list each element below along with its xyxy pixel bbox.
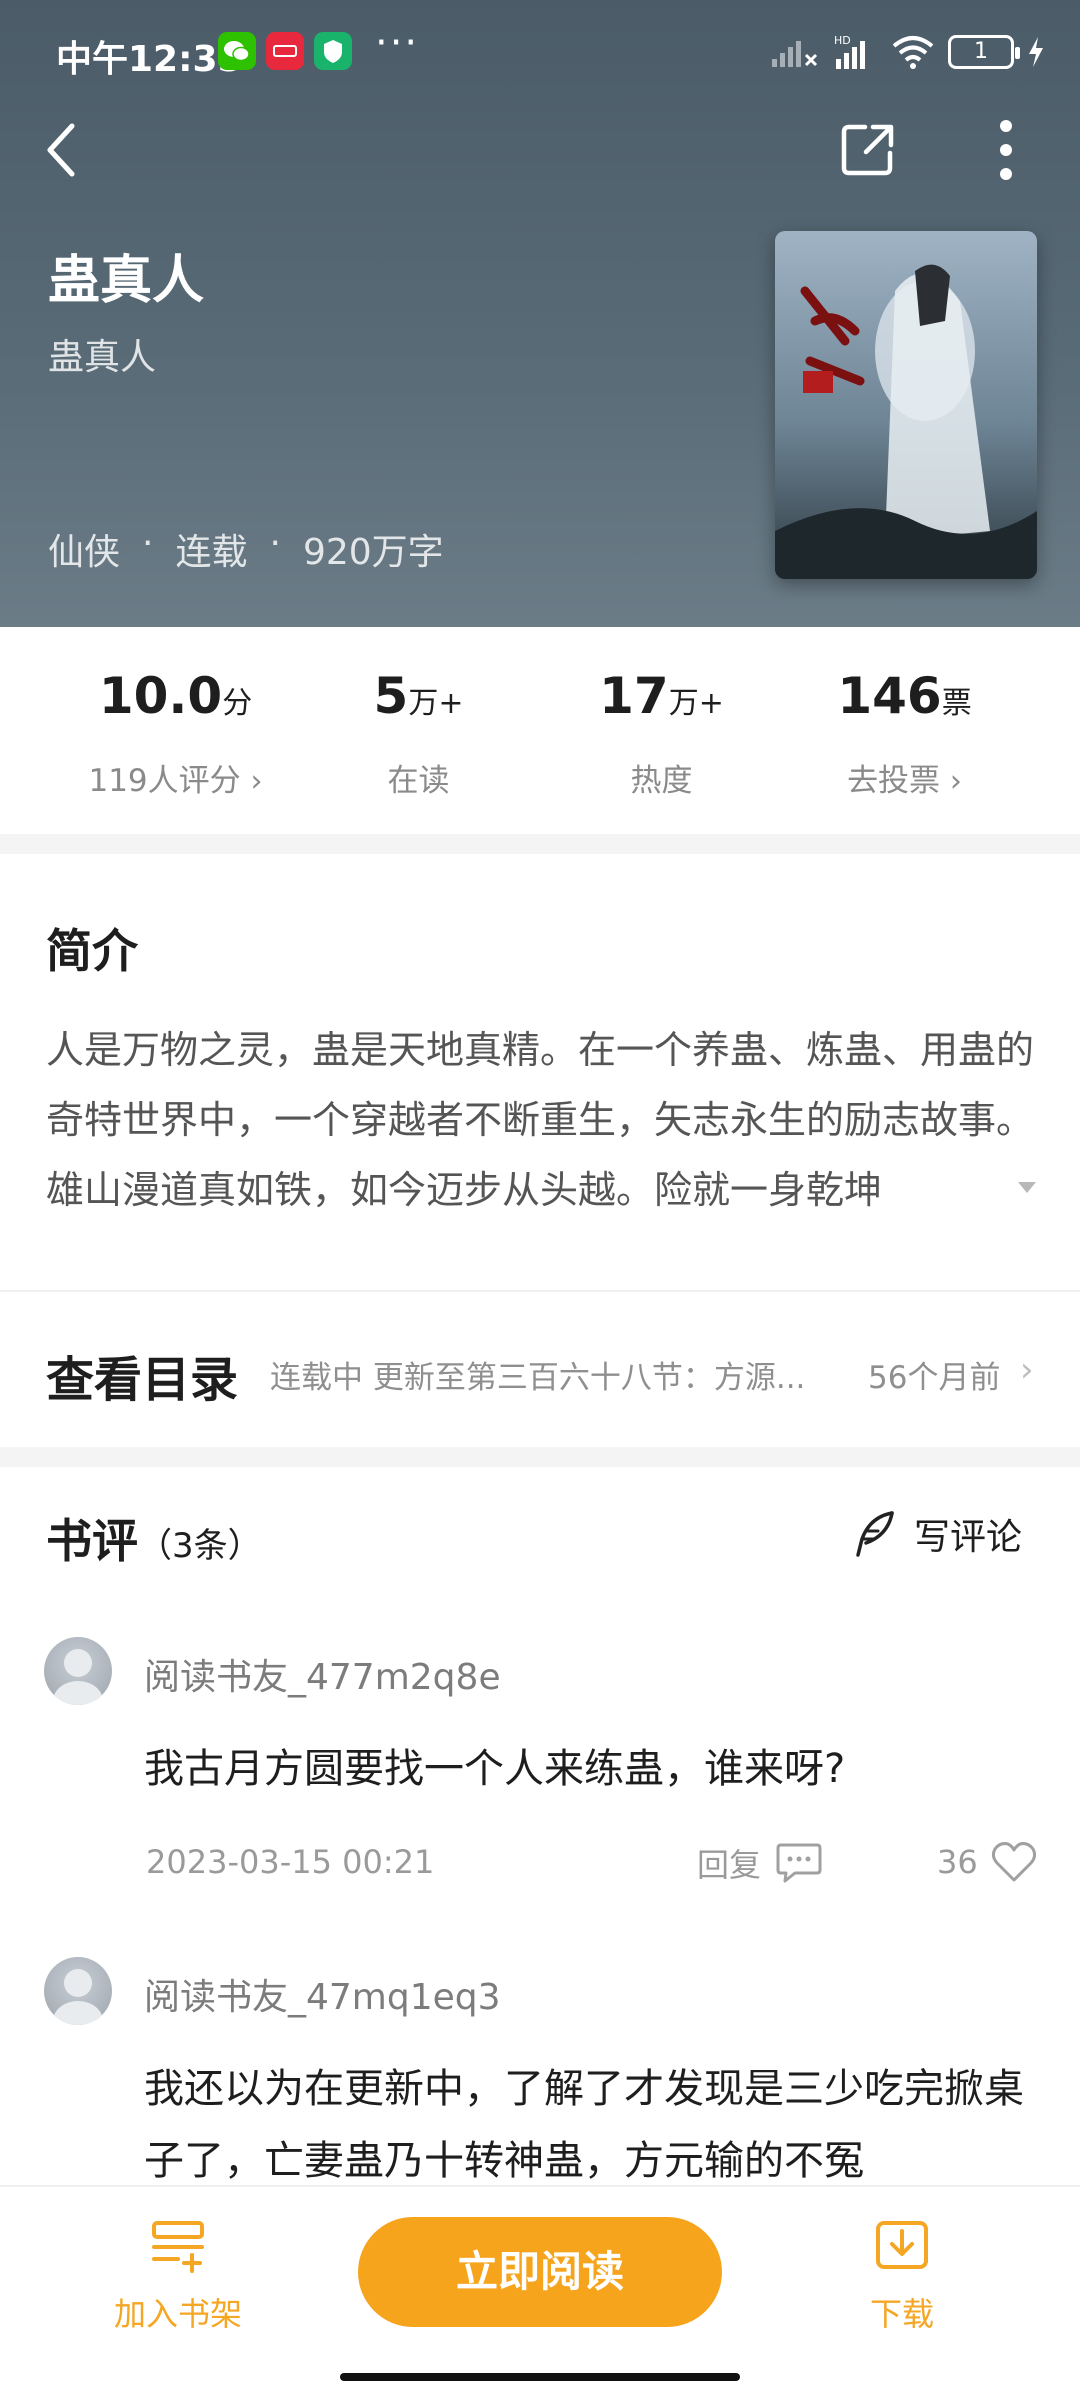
catalog-title: 查看目录 <box>46 1352 239 1408</box>
meta-separator: · <box>269 523 281 564</box>
readers-unit: 万+ <box>408 686 464 721</box>
vote-label: 去投票 <box>847 763 941 799</box>
like-button[interactable]: 36 <box>937 1840 1038 1884</box>
avatar[interactable] <box>44 1637 112 1705</box>
status-indicators: HD 1 <box>770 30 1046 74</box>
more-notifications-icon: ··· <box>375 20 420 66</box>
comment-icon <box>776 1843 822 1883</box>
rating-unit: 分 <box>222 686 253 721</box>
readers-stat: 5万+ 在读 <box>297 627 540 834</box>
popularity-stat: 17万+ 热度 <box>540 627 783 834</box>
votes-stat[interactable]: 146票 去投票 › <box>783 627 1026 834</box>
popularity-value: 17 <box>599 667 669 725</box>
write-review-button[interactable]: 写评论 <box>852 1508 1022 1560</box>
section-divider <box>0 834 1080 854</box>
signal-hd-icon: HD <box>834 34 865 69</box>
status-time: 中午12:35 <box>56 39 243 80</box>
book-word-count: 920万字 <box>302 532 444 573</box>
home-indicator[interactable] <box>340 2373 740 2381</box>
review-body[interactable]: 我还以为在更新中，了解了才发现是三少吃完掀桌子了，亡妻蛊乃十转神蛊，方元输的不冤 <box>144 2053 1039 2185</box>
book-cover-image <box>775 231 1037 579</box>
review-count: （3条） <box>138 1526 262 1566</box>
more-vertical-icon <box>1000 120 1012 180</box>
book-status: 连载 <box>175 532 248 573</box>
more-menu-button[interactable] <box>966 110 1046 190</box>
app-badge-icon <box>266 32 304 70</box>
back-arrow-icon <box>47 123 75 177</box>
write-review-label: 写评论 <box>914 1517 1023 1558</box>
like-count: 36 <box>937 1843 978 1881</box>
divider <box>0 1290 1080 1292</box>
reply-label: 回复 <box>697 1846 762 1884</box>
book-author[interactable]: 蛊真人 <box>48 328 156 380</box>
download-label: 下载 <box>869 2295 934 2333</box>
reply-button[interactable]: 回复 <box>697 1840 823 1886</box>
catalog-latest-chapter: 连载中 更新至第三百六十八节：方源... <box>270 1360 806 1396</box>
reviews-title: 书评（3条） <box>46 1505 262 1571</box>
intro-title: 简介 <box>46 924 138 978</box>
rating-count-label: 119人评分 <box>88 763 241 799</box>
book-meta: 仙侠 · 连载 · 920万字 <box>48 523 444 575</box>
expand-arrow-icon[interactable] <box>1018 1182 1036 1193</box>
charging-icon <box>1029 37 1043 67</box>
add-to-shelf-button[interactable]: 加入书架 <box>98 2217 258 2335</box>
popularity-unit: 万+ <box>668 686 724 721</box>
rating-stat[interactable]: 10.0分 119人评分 › <box>54 627 297 834</box>
readers-value: 5 <box>373 667 409 725</box>
battery-icon: 1 <box>948 35 1020 69</box>
review-username[interactable]: 阅读书友_477m2q8e <box>144 1648 501 1700</box>
signal-x-icon <box>772 41 818 67</box>
chevron-right-icon: › <box>1020 1350 1034 1390</box>
review-body[interactable]: 我古月方圆要找一个人来练蛊，谁来呀? <box>144 1733 1039 1805</box>
download-icon <box>876 2221 928 2269</box>
reviews-title-text: 书评 <box>46 1514 138 1568</box>
review-username[interactable]: 阅读书友_47mq1eq3 <box>144 1968 501 2020</box>
chevron-right-icon: › <box>250 764 263 799</box>
read-now-button[interactable]: 立即阅读 <box>358 2217 722 2327</box>
intro-text[interactable]: 人是万物之灵，蛊是天地真精。在一个养蛊、炼蛊、用蛊的奇特世界中，一个穿越者不断重… <box>46 1015 1036 1225</box>
feather-pen-icon <box>856 1511 894 1557</box>
download-button[interactable]: 下载 <box>822 2217 982 2335</box>
book-genre: 仙侠 <box>48 532 121 573</box>
review-date: 2023-03-15 00:21 <box>146 1843 435 1881</box>
heart-icon <box>991 1842 1036 1882</box>
meta-separator: · <box>142 523 154 564</box>
votes-value: 146 <box>837 667 942 725</box>
chevron-right-icon: › <box>949 764 962 799</box>
book-header: 中午12:35 ··· HD 1 蛊真人 蛊真人 仙侠 · 连载 · 920万字 <box>0 0 1080 627</box>
wechat-icon <box>218 32 256 70</box>
status-bar: 中午12:35 ··· HD 1 <box>0 0 1080 104</box>
rating-value: 10.0 <box>98 667 223 725</box>
section-divider <box>0 1447 1080 1467</box>
avatar[interactable] <box>44 1957 112 2025</box>
add-to-shelf-label: 加入书架 <box>113 2295 242 2333</box>
bookshelf-add-icon <box>152 2221 204 2273</box>
book-title: 蛊真人 <box>48 251 205 311</box>
votes-unit: 票 <box>941 686 972 721</box>
shield-app-icon <box>314 32 352 70</box>
catalog-update-time: 56个月前 <box>868 1360 1001 1396</box>
share-button[interactable] <box>828 110 908 190</box>
svg-text:HD: HD <box>834 34 851 47</box>
back-button[interactable] <box>22 110 102 190</box>
popularity-label: 热度 <box>630 763 693 799</box>
share-icon <box>841 124 894 176</box>
wifi-icon <box>892 36 934 69</box>
readers-label: 在读 <box>387 763 450 799</box>
book-stats: 10.0分 119人评分 › 5万+ 在读 17万+ 热度 146票 去投票 › <box>0 627 1080 834</box>
bottom-action-bar: 加入书架 立即阅读 下载 <box>0 2185 1080 2400</box>
